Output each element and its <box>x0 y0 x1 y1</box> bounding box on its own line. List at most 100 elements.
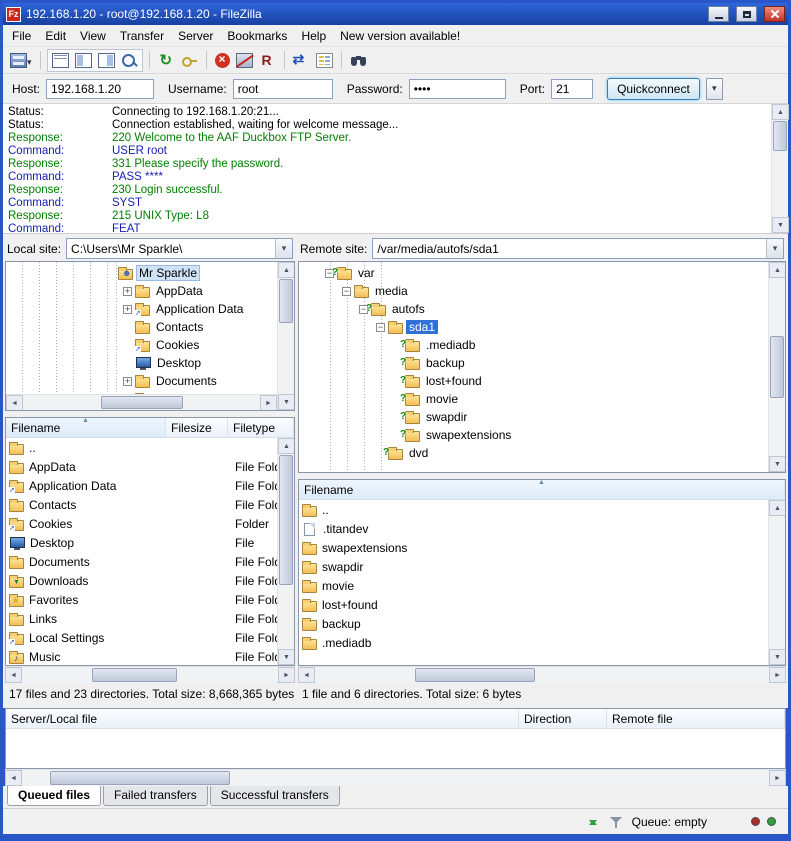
scroll-right-button[interactable] <box>278 667 295 683</box>
tree-item-contacts[interactable]: Contacts <box>6 318 277 336</box>
scroll-up-button[interactable] <box>278 438 295 454</box>
local-list-vscrollbar[interactable] <box>277 438 294 665</box>
file-row-application-data[interactable]: Application DataFile Folder <box>6 476 277 495</box>
column-header-filename[interactable]: ▲Filename <box>299 480 785 499</box>
minimize-button[interactable] <box>708 6 729 22</box>
tree-item-documents[interactable]: +Documents <box>6 372 277 390</box>
file-row-swapextensions[interactable]: swapextensions <box>299 538 768 557</box>
scroll-up-button[interactable] <box>772 104 789 120</box>
scroll-right-button[interactable] <box>260 395 277 411</box>
maximize-button[interactable] <box>736 6 757 22</box>
expander-plus-icon[interactable]: + <box>123 377 132 386</box>
port-input[interactable] <box>551 79 593 99</box>
local-site-combobox[interactable]: C:\Users\Mr Sparkle\ <box>66 238 293 259</box>
remote-list-hscrollbar[interactable] <box>298 666 786 683</box>
local-tree-vscrollbar[interactable] <box>277 262 294 410</box>
scroll-track[interactable] <box>772 120 788 217</box>
file-row-lost-found[interactable]: lost+found <box>299 595 768 614</box>
disconnect-button[interactable] <box>234 51 255 70</box>
scroll-right-button[interactable] <box>769 667 786 683</box>
scroll-track[interactable] <box>769 278 785 456</box>
menu-view[interactable]: View <box>73 26 113 46</box>
scroll-down-button[interactable] <box>769 649 786 665</box>
scroll-track[interactable] <box>278 278 294 394</box>
file-row-music[interactable]: MusicFile Folder <box>6 647 277 665</box>
menu-new-version-notice[interactable]: New version available! <box>333 26 467 46</box>
file-row-cookies[interactable]: CookiesFolder <box>6 514 277 533</box>
tree-item-mr-sparkle[interactable]: Mr Sparkle <box>6 264 277 282</box>
menu-transfer[interactable]: Transfer <box>113 26 171 46</box>
scroll-left-button[interactable] <box>298 667 315 683</box>
tree-item-appdata[interactable]: +AppData <box>6 282 277 300</box>
queue-body[interactable] <box>6 729 785 768</box>
scroll-track[interactable] <box>315 667 769 683</box>
scroll-thumb[interactable] <box>50 771 230 785</box>
file-row-documents[interactable]: DocumentsFile Folder <box>6 552 277 571</box>
scroll-track[interactable] <box>22 667 278 683</box>
expander-minus-icon[interactable]: − <box>376 323 385 332</box>
file-row-links[interactable]: LinksFile Folder <box>6 609 277 628</box>
tree-item-cookies[interactable]: Cookies <box>6 336 277 354</box>
menu-file[interactable]: File <box>5 26 38 46</box>
tree-item-swapdir[interactable]: swapdir <box>299 408 768 426</box>
tab-failed-transfers[interactable]: Failed transfers <box>103 786 208 806</box>
remote-site-combobox[interactable]: /var/media/autofs/sda1 <box>372 238 784 259</box>
synchronized-browsing-button[interactable] <box>291 51 312 70</box>
column-header-filesize[interactable]: Filesize <box>166 418 228 437</box>
tree-item-lost-found[interactable]: lost+found <box>299 372 768 390</box>
expander-minus-icon[interactable]: − <box>342 287 351 296</box>
scroll-down-button[interactable] <box>278 394 295 410</box>
scroll-thumb[interactable] <box>773 121 787 151</box>
local-list-hscrollbar[interactable] <box>5 666 295 683</box>
scroll-up-button[interactable] <box>769 500 786 516</box>
scroll-left-button[interactable] <box>5 667 22 683</box>
toggle-queue-button[interactable] <box>119 51 140 70</box>
toggle-message-log-button[interactable] <box>50 51 71 70</box>
file-row-desktop[interactable]: DesktopFile <box>6 533 277 552</box>
quickconnect-dropdown-button[interactable] <box>706 78 723 100</box>
scroll-thumb[interactable] <box>279 455 293 585</box>
title-bar[interactable]: Fz 192.168.1.20 - root@192.168.1.20 - Fi… <box>3 3 788 25</box>
file-row-backup[interactable]: backup <box>299 614 768 633</box>
filters-icon[interactable] <box>609 815 623 829</box>
menu-help[interactable]: Help <box>294 26 333 46</box>
refresh-button[interactable] <box>156 51 177 70</box>
tree-item-swapextensions[interactable]: swapextensions <box>299 426 768 444</box>
file-row-movie[interactable]: movie <box>299 576 768 595</box>
find-files-button[interactable] <box>348 51 369 70</box>
menu-edit[interactable]: Edit <box>38 26 73 46</box>
local-tree-hscrollbar[interactable] <box>6 394 277 410</box>
file-row-parent-directory[interactable]: .. <box>299 500 768 519</box>
file-row-appdata[interactable]: AppDataFile Folder <box>6 457 277 476</box>
tab-successful-transfers[interactable]: Successful transfers <box>210 786 340 806</box>
queue-hscrollbar[interactable] <box>5 769 786 786</box>
scroll-right-button[interactable] <box>769 770 786 786</box>
tree-item-downloads[interactable]: +Downloads <box>6 390 277 394</box>
scroll-up-button[interactable] <box>278 262 295 278</box>
column-header-filetype[interactable]: Filetype <box>228 418 294 437</box>
expander-plus-icon[interactable]: + <box>123 305 132 314</box>
file-row-local-settings[interactable]: Local SettingsFile Folder <box>6 628 277 647</box>
local-site-dropdown-icon[interactable] <box>275 239 292 258</box>
tree-item-dvd[interactable]: dvd <box>299 444 768 462</box>
toggle-local-tree-button[interactable] <box>73 51 94 70</box>
remote-site-dropdown-icon[interactable] <box>766 239 783 258</box>
tree-item-var[interactable]: −var <box>299 264 768 282</box>
scroll-track[interactable] <box>22 770 769 786</box>
tree-item-mediadb[interactable]: .mediadb <box>299 336 768 354</box>
scroll-down-button[interactable] <box>769 456 786 472</box>
column-header-server-local-file[interactable]: Server/Local file <box>6 709 519 728</box>
tree-item-backup[interactable]: backup <box>299 354 768 372</box>
scroll-thumb[interactable] <box>92 668 177 682</box>
scroll-thumb[interactable] <box>415 668 535 682</box>
scroll-down-button[interactable] <box>278 649 295 665</box>
username-input[interactable] <box>233 79 333 99</box>
file-row-parent-directory[interactable]: .. <box>6 438 277 457</box>
site-manager-button[interactable] <box>8 51 34 70</box>
tree-item-application-data[interactable]: +Application Data <box>6 300 277 318</box>
file-row-downloads[interactable]: DownloadsFile Folder <box>6 571 277 590</box>
tab-queued-files[interactable]: Queued files <box>7 786 101 806</box>
tree-item-sda1[interactable]: −sda1 <box>299 318 768 336</box>
column-header-direction[interactable]: Direction <box>519 709 607 728</box>
close-button[interactable] <box>764 6 785 22</box>
